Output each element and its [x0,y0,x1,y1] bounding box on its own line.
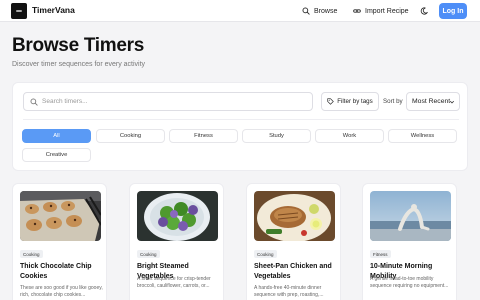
filter-by-tags-button[interactable]: Filter by tags [321,92,379,111]
cookies-photo [20,191,101,241]
sort-select-value: Most Recent [412,98,451,105]
sort-label: Sort by [383,98,403,105]
page-title: Browse Timers [12,35,144,56]
morning-mobility-photo [370,191,451,241]
login-button[interactable]: Log In [439,3,467,19]
card-description: A short sequence for crisp-tender brocco… [137,276,211,289]
card-title[interactable]: Sheet-Pan Chicken and Vegetables [254,262,338,281]
timer-card[interactable]: Cooking Thick Chocolate Chip Cookies The… [12,183,107,300]
link-icon [353,7,361,15]
card-description: A gentle head-to-toe mobility sequence r… [370,276,449,289]
category-tag: Fitness [370,250,391,258]
filter-by-tags-label: Filter by tags [337,98,373,105]
timer-card[interactable]: Cooking Sheet-Pan Chicken and Vegetables… [246,183,341,300]
category-chip-fitness[interactable]: Fitness [169,129,238,143]
search-icon [30,98,38,106]
page-subtitle: Discover timer sequences for every activ… [12,61,146,68]
top-navbar: TimerVana Browse Import Recipe Log In [0,0,480,22]
filter-panel: Filter by tags Sort by Most Recent All C… [12,82,468,171]
card-title[interactable]: Thick Chocolate Chip Cookies [20,262,104,281]
tag-icon [327,98,335,105]
nav-browse-label: Browse [314,7,338,15]
category-chip-creative[interactable]: Creative [22,148,91,162]
category-tag: Cooking [254,250,277,258]
category-chip-all[interactable]: All [22,129,91,143]
nav-import-label: Import Recipe [365,7,409,15]
sheet-pan-chicken-photo [254,191,335,241]
category-tag: Cooking [137,250,160,258]
stopwatch-logo-icon[interactable] [11,3,27,19]
category-chip-work[interactable]: Work [315,129,384,143]
nav-import-recipe-link[interactable]: Import Recipe [353,4,409,18]
timer-card[interactable]: Cooking Bright Steamed Vegetables A shor… [129,183,224,300]
search-icon [302,7,310,15]
moon-icon [420,7,428,15]
card-description: A hands-free 40-minute dinner sequence w… [254,285,324,298]
category-chip-wellness[interactable]: Wellness [388,129,457,143]
category-tag: Cooking [20,250,43,258]
sort-select[interactable]: Most Recent [406,92,460,111]
theme-toggle-button[interactable] [417,4,431,18]
steamed-vegetables-photo [137,191,218,241]
card-description: These are soo good if you like gooey, ri… [20,285,103,298]
filter-divider [23,119,459,120]
brand-name[interactable]: TimerVana [32,5,75,15]
nav-browse-link[interactable]: Browse [302,4,337,18]
search-input[interactable] [42,95,308,108]
category-chip-cooking[interactable]: Cooking [96,129,165,143]
category-chip-study[interactable]: Study [242,129,311,143]
search-box[interactable] [23,92,313,111]
timer-card[interactable]: Fitness 10-Minute Morning Mobility A gen… [362,183,457,300]
chevron-down-icon [449,99,455,105]
